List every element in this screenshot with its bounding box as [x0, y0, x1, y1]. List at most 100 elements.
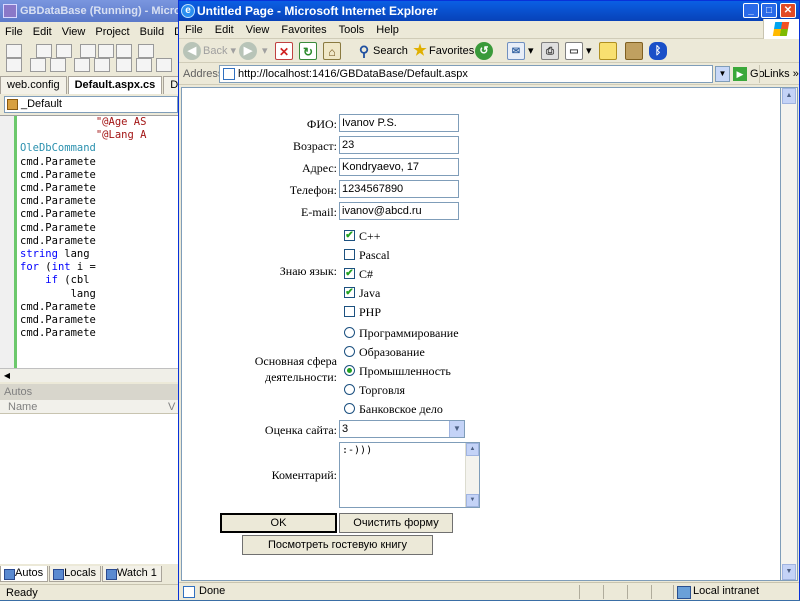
checkbox-c[interactable]: ✔ [344, 268, 355, 279]
clear-form-button[interactable]: Очистить форму [339, 513, 453, 533]
toolbar2-icon-5[interactable] [94, 58, 110, 72]
vs-class-dropdown[interactable]: _Default [4, 96, 178, 113]
toolbar2-icon-6[interactable] [116, 58, 132, 72]
radio-sphere-3[interactable] [344, 365, 355, 376]
ie-menu-tools[interactable]: Tools [333, 21, 371, 39]
editor-horizontal-scrollbar[interactable]: ◀ [0, 368, 178, 382]
checkbox-label[interactable]: Java [359, 286, 380, 301]
radio-sphere-2[interactable] [344, 346, 355, 357]
search-button[interactable]: ⚲ Search [355, 41, 408, 61]
stop-button[interactable]: ✕ [275, 41, 293, 61]
paste-icon[interactable] [116, 44, 132, 58]
maximize-icon[interactable]: □ [761, 3, 777, 18]
vs-debug-tabs: Autos Locals Watch 1 [0, 566, 178, 583]
ie-title-bar[interactable]: e Untitled Page - Microsoft Internet Exp… [179, 1, 799, 21]
close-icon[interactable]: ✕ [780, 3, 796, 18]
home-button[interactable]: ⌂ [323, 41, 341, 61]
page-vertical-scrollbar[interactable]: ▲ ▼ [781, 87, 798, 581]
toolbar2-icon-4[interactable] [74, 58, 90, 72]
autos-column-name[interactable]: Name [8, 401, 37, 413]
minimize-icon[interactable]: _ [743, 3, 759, 18]
save-icon[interactable] [36, 44, 52, 58]
ie-menu-favorites[interactable]: Favorites [275, 21, 332, 39]
checkbox-label[interactable]: C++ [359, 229, 381, 244]
phone-input[interactable]: 1234567890 [339, 180, 459, 198]
rating-select[interactable]: 3 ▼ [339, 420, 465, 438]
windows-logo-icon [763, 19, 799, 39]
radio-label[interactable]: Торговля [359, 383, 405, 398]
page-scroll-down-icon[interactable]: ▼ [782, 564, 796, 580]
radio-sphere-5[interactable] [344, 403, 355, 414]
code-editor[interactable]: "@Age AS "@Lang A OleDbCommand cmd.Paramet… [0, 115, 178, 368]
tab-default-aspx-cs[interactable]: Default.aspx.cs [67, 76, 163, 94]
vs-menu-file[interactable]: File [0, 22, 28, 42]
ie-menu-file[interactable]: File [179, 21, 209, 39]
discuss-button[interactable] [599, 41, 617, 61]
vs-menu-build[interactable]: Build [135, 22, 169, 42]
checkbox-label[interactable]: Pascal [359, 248, 390, 263]
save-all-icon[interactable] [56, 44, 72, 58]
view-guestbook-button[interactable]: Посмотреть гостевую книгу [242, 535, 433, 555]
undo-icon[interactable] [138, 44, 154, 58]
tab-autos[interactable]: Autos [0, 566, 49, 582]
print-button[interactable]: ⎙ [541, 41, 559, 61]
research-button[interactable] [625, 41, 643, 61]
vs-menu-view[interactable]: View [57, 22, 91, 42]
scroll-up-icon[interactable]: ▲ [466, 443, 479, 456]
forward-button[interactable]: ▶ ▾ [239, 41, 268, 61]
mail-button[interactable]: ✉ ▾ [507, 41, 534, 61]
checkbox-java[interactable]: ✔ [344, 287, 355, 298]
page-scroll-up-icon[interactable]: ▲ [782, 88, 796, 104]
scroll-left-icon[interactable]: ◀ [2, 371, 12, 381]
back-button[interactable]: ◀ Back ▾ [183, 41, 236, 61]
radio-label[interactable]: Образование [359, 345, 425, 360]
new-project-icon[interactable] [6, 44, 22, 58]
radio-label[interactable]: Промышленность [359, 364, 451, 379]
autos-column-value[interactable]: V [168, 400, 175, 414]
refresh-button[interactable]: ↻ [299, 41, 317, 61]
radio-label[interactable]: Программирование [359, 326, 459, 341]
ie-menu-view[interactable]: View [240, 21, 276, 39]
checkbox-label[interactable]: C# [359, 267, 373, 282]
ie-menu-help[interactable]: Help [370, 21, 405, 39]
vs-menu-project[interactable]: Project [90, 22, 134, 42]
address-dropdown-icon[interactable]: ▼ [715, 66, 730, 82]
history-button[interactable]: ↺ [475, 41, 495, 61]
fio-input[interactable]: Ivanov P.S. [339, 114, 459, 132]
checkbox-pascal[interactable] [344, 249, 355, 260]
chevron-down-icon[interactable]: ▼ [449, 421, 464, 437]
links-button[interactable]: Links » [759, 65, 799, 83]
radio-sphere-1[interactable] [344, 327, 355, 338]
ie-status-bar: Done Local intranet [179, 582, 799, 600]
checkbox-label[interactable]: PHP [359, 305, 381, 320]
toolbar2-icon-3[interactable] [50, 58, 66, 72]
bluetooth-button[interactable]: ᛒ [649, 41, 667, 61]
scroll-down-icon[interactable]: ▼ [466, 494, 479, 507]
toolbar2-icon-2[interactable] [30, 58, 46, 72]
vs-menu-edit[interactable]: Edit [28, 22, 57, 42]
checkbox-c[interactable]: ✔ [344, 230, 355, 241]
ok-button[interactable]: OK [220, 513, 337, 533]
ie-menu-edit[interactable]: Edit [209, 21, 240, 39]
autos-column-header: Name V [0, 400, 178, 414]
code-line: cmd.Paramete [20, 169, 146, 182]
tab-web-config[interactable]: web.config [0, 76, 67, 94]
radio-label[interactable]: Банковское дело [359, 402, 443, 417]
tab-locals[interactable]: Locals [49, 566, 101, 582]
comment-scrollbar[interactable]: ▲ ▼ [465, 443, 479, 507]
tab-watch-1[interactable]: Watch 1 [101, 566, 162, 582]
cut-icon[interactable] [80, 44, 96, 58]
age-input[interactable]: 23 [339, 136, 459, 154]
toolbar2-icon-1[interactable] [6, 58, 22, 72]
toolbar2-icon-8[interactable] [156, 58, 172, 72]
checkbox-php[interactable] [344, 306, 355, 317]
comment-textarea[interactable]: :-))) ▲ ▼ [339, 442, 480, 508]
favorites-button[interactable]: ★ Favorites [411, 41, 474, 61]
address-field-input[interactable]: Kondryaevo, 17 [339, 158, 459, 176]
edit-button[interactable]: ▭ ▾ [565, 41, 592, 61]
copy-icon[interactable] [98, 44, 114, 58]
address-input[interactable]: http://localhost:1416/GBDataBase/Default… [219, 65, 713, 83]
radio-sphere-4[interactable] [344, 384, 355, 395]
email-input[interactable]: ivanov@abcd.ru [339, 202, 459, 220]
toolbar2-icon-7[interactable] [136, 58, 152, 72]
